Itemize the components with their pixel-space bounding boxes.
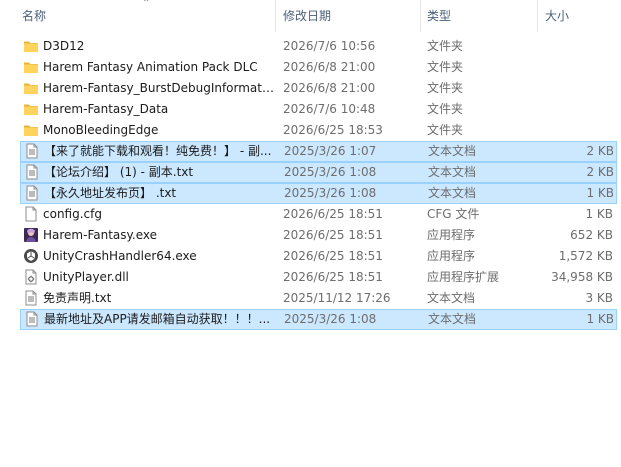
file-size — [540, 78, 613, 99]
file-row[interactable]: Harem-Fantasy_Data 2026/7/6 10:48 文件夹 — [20, 99, 617, 120]
file-row[interactable]: config.cfg 2026/6/25 18:51 CFG 文件 1 KB — [20, 204, 617, 225]
file-type: 文件夹 — [427, 123, 464, 137]
file-modified-date: 2025/11/12 17:26 — [283, 291, 391, 305]
file-name: 免责声明.txt — [43, 291, 112, 305]
file-type: 文件夹 — [427, 39, 464, 53]
dll-icon — [23, 269, 39, 285]
folder-icon — [23, 59, 39, 75]
file-row[interactable]: Harem-Fantasy_BurstDebugInformati... 2026… — [20, 78, 617, 99]
generic-file-icon — [23, 206, 39, 222]
file-row[interactable]: 免责声明.txt 2025/11/12 17:26 文本文档 3 KB — [20, 288, 617, 309]
text-file-icon — [23, 290, 39, 306]
column-header-name[interactable]: 名称 — [16, 0, 276, 32]
text-file-icon — [24, 143, 40, 159]
file-size: 1 KB — [586, 312, 614, 326]
file-name: Harem-Fantasy_Data — [43, 102, 169, 116]
text-file-icon — [24, 164, 40, 180]
file-row[interactable]: 【永久地址发布页】 .txt 2025/3/26 1:08 文本文档 1 KB — [20, 183, 617, 204]
unity-icon — [23, 248, 39, 264]
file-type: 文件夹 — [427, 81, 464, 95]
file-size: 1,572 KB — [558, 249, 613, 263]
file-modified-date: 2025/3/26 1:08 — [284, 165, 377, 179]
file-row[interactable]: D3D12 2026/7/6 10:56 文件夹 — [20, 36, 617, 57]
file-name: 【论坛介绍】 (1) - 副本.txt — [44, 165, 194, 179]
file-size: 34,958 KB — [551, 270, 613, 284]
column-header-size[interactable]: 大小 — [539, 0, 621, 32]
file-size: 652 KB — [570, 228, 613, 242]
file-name: MonoBleedingEdge — [43, 123, 159, 137]
file-type: 文本文档 — [428, 144, 477, 158]
text-file-icon — [24, 311, 40, 327]
file-type: 文本文档 — [428, 165, 477, 179]
column-header-date[interactable]: 修改日期 — [277, 0, 421, 32]
file-modified-date: 2026/6/8 21:00 — [283, 60, 376, 74]
file-row[interactable]: MonoBleedingEdge 2026/6/25 18:53 文件夹 — [20, 120, 617, 141]
file-name: D3D12 — [43, 39, 85, 53]
file-row[interactable]: Harem Fantasy Animation Pack DLC 2026/6/8… — [20, 57, 617, 78]
file-modified-date: 2026/6/25 18:53 — [283, 123, 383, 137]
file-name: Harem-Fantasy.exe — [43, 228, 158, 242]
file-type: 应用程序 — [427, 249, 476, 263]
file-size — [540, 99, 613, 120]
column-header-type[interactable]: 类型 — [421, 0, 538, 32]
file-name: 【永久地址发布页】 .txt — [44, 186, 177, 200]
file-modified-date: 2026/6/25 18:51 — [283, 249, 383, 263]
app-icon — [23, 227, 39, 243]
file-name: Harem-Fantasy_BurstDebugInformati... — [43, 81, 275, 95]
file-row[interactable]: UnityCrashHandler64.exe 2026/6/25 18:51 应用… — [20, 246, 617, 267]
file-row[interactable]: Harem-Fantasy.exe 2026/6/25 18:51 应用程序 652 … — [20, 225, 617, 246]
file-modified-date: 2026/7/6 10:56 — [283, 39, 376, 53]
file-type: 文本文档 — [428, 312, 477, 326]
file-row[interactable]: 最新地址及APP请发邮箱自动获取！！！... 2025/3/26 1:08 文本文档… — [20, 309, 617, 330]
file-type: 文件夹 — [427, 102, 464, 116]
file-modified-date: 2026/6/25 18:51 — [283, 207, 383, 221]
file-size: 1 KB — [585, 207, 613, 221]
file-row[interactable]: UnityPlayer.dll 2026/6/25 18:51 应用程序扩展 34,9… — [20, 267, 617, 288]
folder-icon — [23, 101, 39, 117]
column-header-bar: ⌃ 名称 修改日期 类型 大小 — [0, 0, 621, 32]
file-modified-date: 2025/3/26 1:08 — [284, 312, 377, 326]
file-size: 2 KB — [586, 165, 614, 179]
file-modified-date: 2025/3/26 1:08 — [284, 186, 377, 200]
file-explorer-pane: ⌃ 名称 修改日期 类型 大小 D3D12 2026/7/6 10:56 文件夹 Ha… — [0, 0, 621, 467]
file-type: 应用程序 — [427, 228, 476, 242]
file-size — [540, 57, 613, 78]
file-modified-date: 2026/6/25 18:51 — [283, 228, 383, 242]
file-name: config.cfg — [43, 207, 102, 221]
file-name: 【来了就能下载和观看！纯免费！】 - 副... — [44, 144, 272, 158]
file-type: CFG 文件 — [427, 207, 480, 221]
file-size — [540, 120, 613, 141]
folder-icon — [23, 80, 39, 96]
file-name: UnityCrashHandler64.exe — [43, 249, 197, 263]
file-row[interactable]: 【论坛介绍】 (1) - 副本.txt 2025/3/26 1:08 文本文档 2 K… — [20, 162, 617, 183]
file-type: 文本文档 — [427, 291, 476, 305]
file-modified-date: 2026/6/8 21:00 — [283, 81, 376, 95]
file-type: 应用程序扩展 — [427, 270, 500, 284]
text-file-icon — [24, 185, 40, 201]
file-size: 1 KB — [586, 186, 614, 200]
file-name: UnityPlayer.dll — [43, 270, 129, 284]
folder-icon — [23, 38, 39, 54]
file-size: 3 KB — [585, 291, 613, 305]
file-modified-date: 2026/6/25 18:51 — [283, 270, 383, 284]
file-row[interactable]: 【来了就能下载和观看！纯免费！】 - 副... 2025/3/26 1:07 文本文… — [20, 141, 617, 162]
file-size: 2 KB — [586, 144, 614, 158]
file-modified-date: 2025/3/26 1:07 — [284, 144, 377, 158]
folder-icon — [23, 122, 39, 138]
file-type: 文件夹 — [427, 60, 464, 74]
file-name: 最新地址及APP请发邮箱自动获取！！！... — [44, 312, 271, 326]
file-modified-date: 2026/7/6 10:48 — [283, 102, 376, 116]
file-size — [540, 36, 613, 57]
file-list: D3D12 2026/7/6 10:56 文件夹 Harem Fantasy Anim… — [20, 36, 617, 330]
file-name: Harem Fantasy Animation Pack DLC — [43, 60, 258, 74]
file-type: 文本文档 — [428, 186, 477, 200]
